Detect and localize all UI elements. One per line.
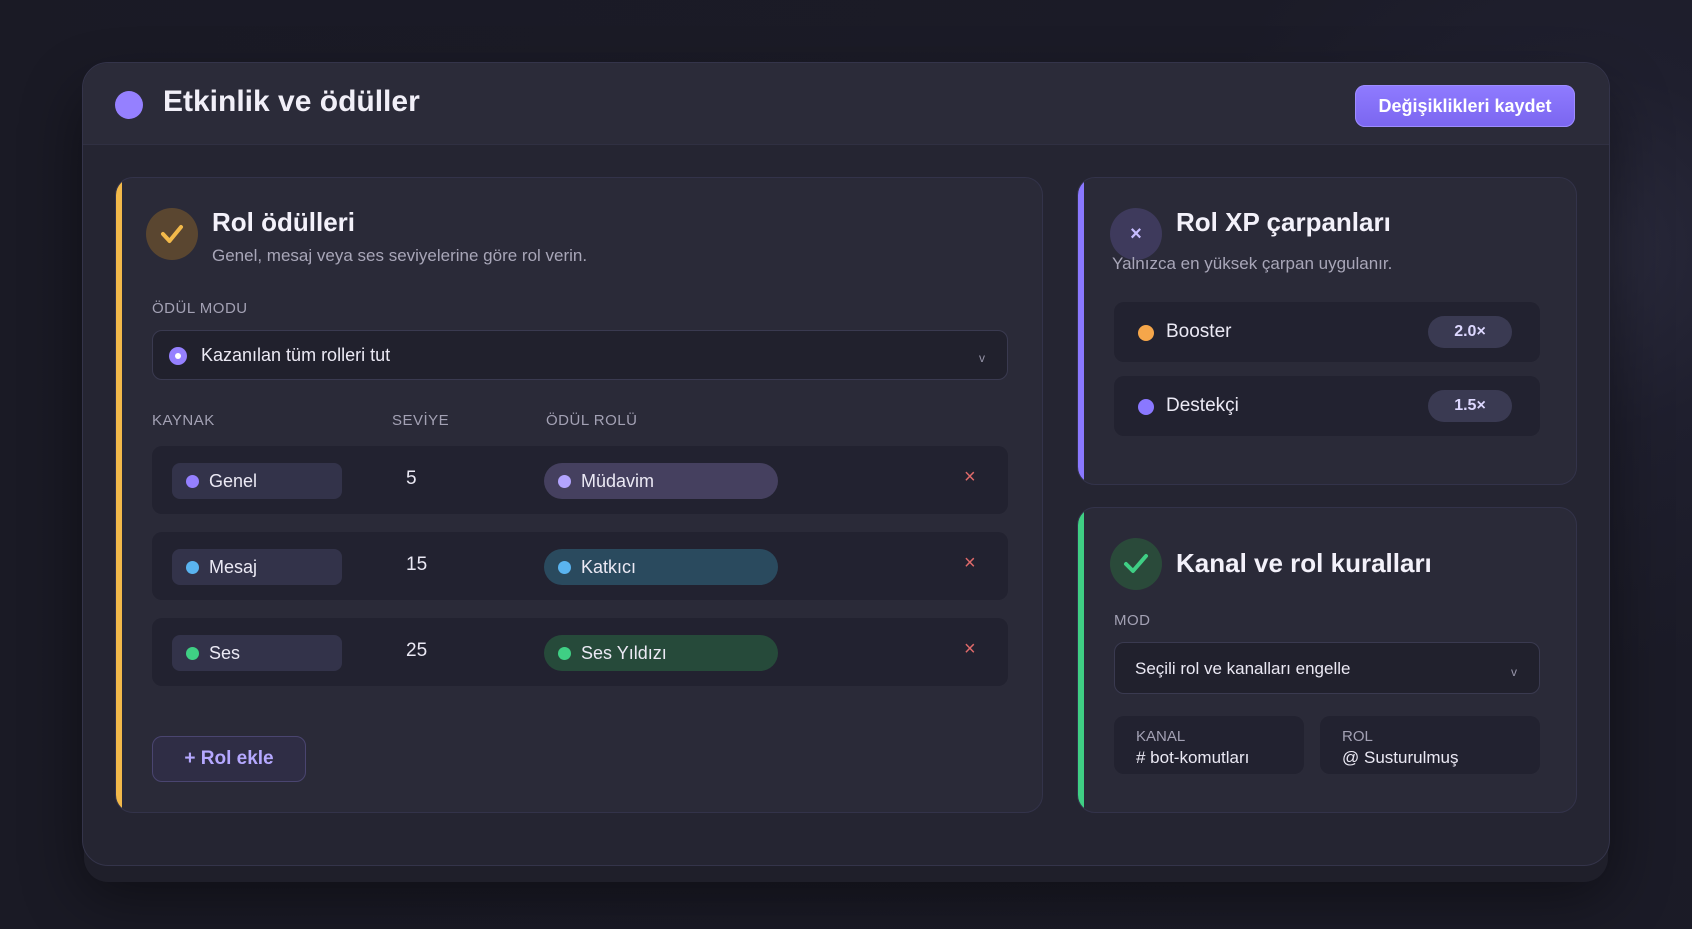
delete-row-icon[interactable]: ×: [964, 638, 976, 661]
channel-rules-accent: [1078, 508, 1084, 812]
chevron-down-icon: v: [1511, 665, 1517, 679]
level-value[interactable]: 25: [406, 640, 427, 662]
table-row: Mesaj 15 Katkıcı ×: [152, 532, 1008, 600]
reward-role-select[interactable]: Ses Yıldızı: [544, 635, 778, 671]
multiplier-glyph: ×: [1130, 222, 1142, 245]
channel-rules-card: Kanal ve rol kuralları MOD Seçili rol ve…: [1077, 507, 1577, 813]
source-select[interactable]: Mesaj: [172, 549, 342, 585]
col-header-role: ÖDÜL ROLÜ: [546, 412, 638, 429]
col-header-source: KAYNAK: [152, 412, 215, 429]
reward-role-select[interactable]: Müdavim: [544, 463, 778, 499]
booster-dot-icon: [1138, 325, 1154, 341]
xp-multipliers-subtitle: Yalnızca en yüksek çarpan uygulanır.: [1112, 254, 1393, 273]
col-header-level: SEVİYE: [392, 412, 450, 429]
source-value: Mesaj: [209, 556, 258, 577]
table-row: Ses 25 Ses Yıldızı ×: [152, 618, 1008, 686]
channel-rules-title: Kanal ve rol kuralları: [1176, 548, 1432, 578]
reward-mode-select[interactable]: Kazanılan tüm rolleri tut v: [152, 330, 1008, 380]
chevron-down-icon: v: [979, 351, 985, 365]
page-header: Etkinlik ve ödüller Değişiklikleri kayde…: [83, 63, 1609, 145]
xp-multipliers-card: × Rol XP çarpanları Yalnızca en yüksek ç…: [1077, 177, 1577, 485]
delete-row-icon[interactable]: ×: [964, 466, 976, 489]
role-box[interactable]: ROL @ Susturulmuş: [1320, 716, 1540, 774]
role-rewards-title: Rol ödülleri: [212, 207, 355, 237]
role-label: ROL: [1342, 728, 1373, 745]
rule-mode-select[interactable]: Seçili rol ve kanalları engelle v: [1114, 642, 1540, 694]
source-select[interactable]: Genel: [172, 463, 342, 499]
reward-role-select[interactable]: Katkıcı: [544, 549, 778, 585]
app-window: Etkinlik ve ödüller Değişiklikleri kayde…: [82, 62, 1610, 866]
role-dot-icon: [558, 646, 571, 660]
xp-multipliers-accent: [1078, 178, 1084, 484]
reward-mode-label: ÖDÜL MODU: [152, 300, 248, 317]
multiplier-role-name: Destekçi: [1166, 395, 1239, 416]
reward-mode-value: Kazanılan tüm rolleri tut: [201, 345, 391, 365]
source-dot-icon: [186, 474, 199, 488]
radio-selected-icon: [169, 347, 187, 365]
check-icon: [1110, 538, 1162, 590]
source-select[interactable]: Ses: [172, 635, 342, 671]
role-value: @ Susturulmuş: [1342, 748, 1459, 767]
multiplier-value-badge[interactable]: 1.5×: [1428, 390, 1512, 422]
source-dot-icon: [186, 646, 199, 660]
level-value[interactable]: 15: [406, 554, 427, 576]
brand-dot-icon: [115, 91, 143, 119]
role-rewards-accent: [116, 178, 122, 812]
role-rewards-subtitle: Genel, mesaj veya ses seviyelerine göre …: [212, 246, 588, 265]
xp-multipliers-title: Rol XP çarpanları: [1176, 207, 1391, 237]
level-value[interactable]: 5: [406, 468, 417, 490]
role-value: Ses Yıldızı: [581, 642, 667, 663]
rule-mode-label: MOD: [1114, 612, 1151, 629]
add-role-button[interactable]: + Rol ekle: [152, 736, 306, 782]
rule-mode-value: Seçili rol ve kanalları engelle: [1135, 659, 1351, 678]
role-rewards-card: Rol ödülleri Genel, mesaj veya ses seviy…: [115, 177, 1043, 813]
channel-label: KANAL: [1136, 728, 1186, 745]
list-item[interactable]: Destekçi 1.5×: [1114, 376, 1540, 436]
check-icon: [146, 208, 198, 260]
list-item[interactable]: Booster 2.0×: [1114, 302, 1540, 362]
source-value: Ses: [209, 642, 241, 663]
multiplier-icon: ×: [1110, 208, 1162, 260]
save-changes-button[interactable]: Değişiklikleri kaydet: [1355, 85, 1575, 127]
page-title: Etkinlik ve ödüller: [163, 85, 420, 118]
delete-row-icon[interactable]: ×: [964, 552, 976, 575]
multiplier-value-badge[interactable]: 2.0×: [1428, 316, 1512, 348]
source-value: Genel: [209, 470, 258, 491]
role-dot-icon: [558, 474, 571, 488]
multiplier-role-name: Booster: [1166, 321, 1232, 342]
role-dot-icon: [558, 560, 571, 574]
table-row: Genel 5 Müdavim ×: [152, 446, 1008, 514]
role-value: Katkıcı: [581, 556, 637, 577]
channel-box[interactable]: KANAL # bot-komutları: [1114, 716, 1304, 774]
destekci-dot-icon: [1138, 399, 1154, 415]
channel-value: # bot-komutları: [1136, 748, 1250, 767]
role-value: Müdavim: [581, 470, 655, 491]
source-dot-icon: [186, 560, 199, 574]
